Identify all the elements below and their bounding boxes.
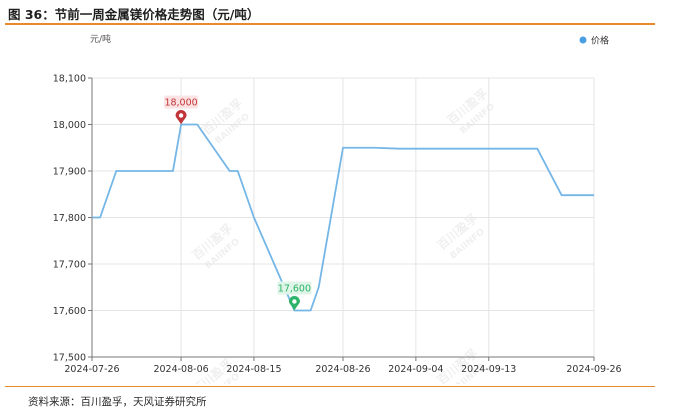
legend-label: 价格	[591, 35, 609, 47]
x-tick-label: 2024-07-26	[64, 364, 119, 375]
watermark: 百川盈孚BAIINFO	[189, 220, 242, 271]
y-tick-label: 17,800	[53, 213, 86, 224]
legend-swatch	[579, 36, 587, 44]
watermark: 百川盈孚BAIINFO	[434, 210, 487, 261]
x-tick-label: 2024-08-15	[226, 364, 281, 375]
y-tick-label: 17,900	[53, 167, 86, 178]
x-tick-labels: 2024-07-26 2024-08-06 2024-08-15 2024-08-26…	[64, 357, 622, 375]
grid-lines	[92, 77, 595, 357]
y-tick-labels: 17,500 17,600 17,700 17,800 17,900 18,000 18,1…	[53, 74, 92, 364]
watermark: 百川盈孚BAIINFO	[444, 85, 497, 136]
min-annotation: 17,600	[277, 281, 312, 311]
x-tick-label: 2024-09-26	[566, 364, 621, 375]
y-tick-label: 17,600	[53, 306, 86, 317]
pin-center	[292, 299, 297, 304]
pin-center	[178, 113, 184, 118]
line-chart: 百川盈孚BAIINFO 百川盈孚BAIINFO 百川盈孚BAIINFO 百川盈孚BAI…	[53, 33, 622, 384]
bottom-rule	[5, 386, 655, 387]
y-tick-label: 18,000	[53, 120, 86, 131]
y-tick-label: 17,500	[53, 353, 86, 364]
y-tick-label: 18,100	[53, 74, 86, 85]
legend[interactable]: 价格	[579, 35, 610, 47]
y-tick-label: 17,700	[53, 260, 86, 271]
x-tick-label: 2024-09-13	[461, 364, 516, 375]
x-tick-label: 2024-08-26	[315, 364, 370, 375]
x-tick-label: 2024-08-06	[153, 364, 208, 375]
watermark: 百川盈孚BAIINFO	[199, 95, 252, 146]
max-value-label: 18,000	[164, 98, 197, 109]
source-note: 资料来源：百川盈孚，天风证券研究所	[28, 396, 207, 408]
min-value-label: 17,600	[278, 284, 311, 295]
watermark-layer: 百川盈孚BAIINFO 百川盈孚BAIINFO 百川盈孚BAIINFO 百川盈孚BAI…	[189, 85, 497, 384]
x-tick-label: 2024-09-04	[388, 364, 443, 375]
max-annotation: 18,000	[164, 95, 199, 125]
y-axis-unit-label: 元/吨	[90, 33, 111, 45]
